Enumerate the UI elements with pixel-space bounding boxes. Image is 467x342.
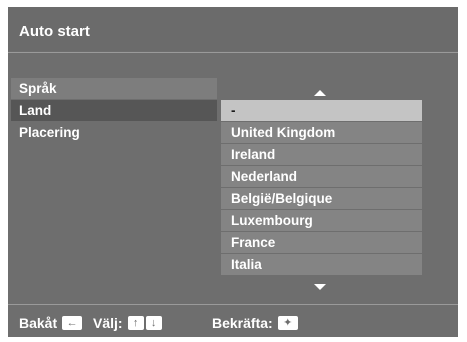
select-hint: Välj: ↑ ↓ — [93, 315, 162, 331]
country-list: - United Kingdom Ireland Nederland Belgi… — [221, 100, 422, 276]
list-item[interactable]: Ireland — [221, 144, 422, 165]
back-label: Bakåt — [19, 315, 58, 331]
list-item[interactable]: - — [221, 100, 422, 121]
list-item[interactable]: France — [221, 232, 422, 253]
header-divider — [8, 52, 458, 53]
menu-item-label: Land — [19, 103, 52, 118]
menu-item-land[interactable]: Land — [11, 100, 217, 121]
list-item[interactable]: Italia — [221, 254, 422, 275]
menu-item-label: Placering — [19, 125, 80, 140]
left-arrow-key-icon: ← — [62, 316, 83, 330]
scroll-down-icon[interactable] — [314, 284, 326, 290]
setup-menu: Språk Land Placering — [11, 78, 217, 144]
confirm-label: Bekräfta: — [212, 315, 273, 331]
scroll-up-icon[interactable] — [314, 90, 326, 96]
list-item[interactable]: United Kingdom — [221, 122, 422, 143]
select-label: Välj: — [93, 315, 123, 331]
ok-key-icon: ✦ — [277, 316, 298, 330]
back-hint: Bakåt ← — [19, 315, 83, 331]
tv-menu-screen: Auto start Språk Land Placering - United… — [8, 7, 458, 337]
confirm-hint: Bekräfta: ✦ — [212, 315, 298, 331]
list-item[interactable]: Luxembourg — [221, 210, 422, 231]
menu-item-placering[interactable]: Placering — [11, 122, 217, 143]
footer-help-bar: Bakåt ← Välj: ↑ ↓ Bekräfta: ✦ — [8, 305, 458, 337]
title-bar: Auto start — [8, 7, 458, 51]
list-item[interactable]: Nederland — [221, 166, 422, 187]
down-arrow-key-icon: ↓ — [145, 316, 162, 330]
up-arrow-key-icon: ↑ — [127, 316, 144, 330]
menu-item-label: Språk — [19, 81, 57, 96]
menu-item-sprak[interactable]: Språk — [11, 78, 217, 99]
page-title: Auto start — [19, 23, 90, 40]
list-item[interactable]: België/Belgique — [221, 188, 422, 209]
